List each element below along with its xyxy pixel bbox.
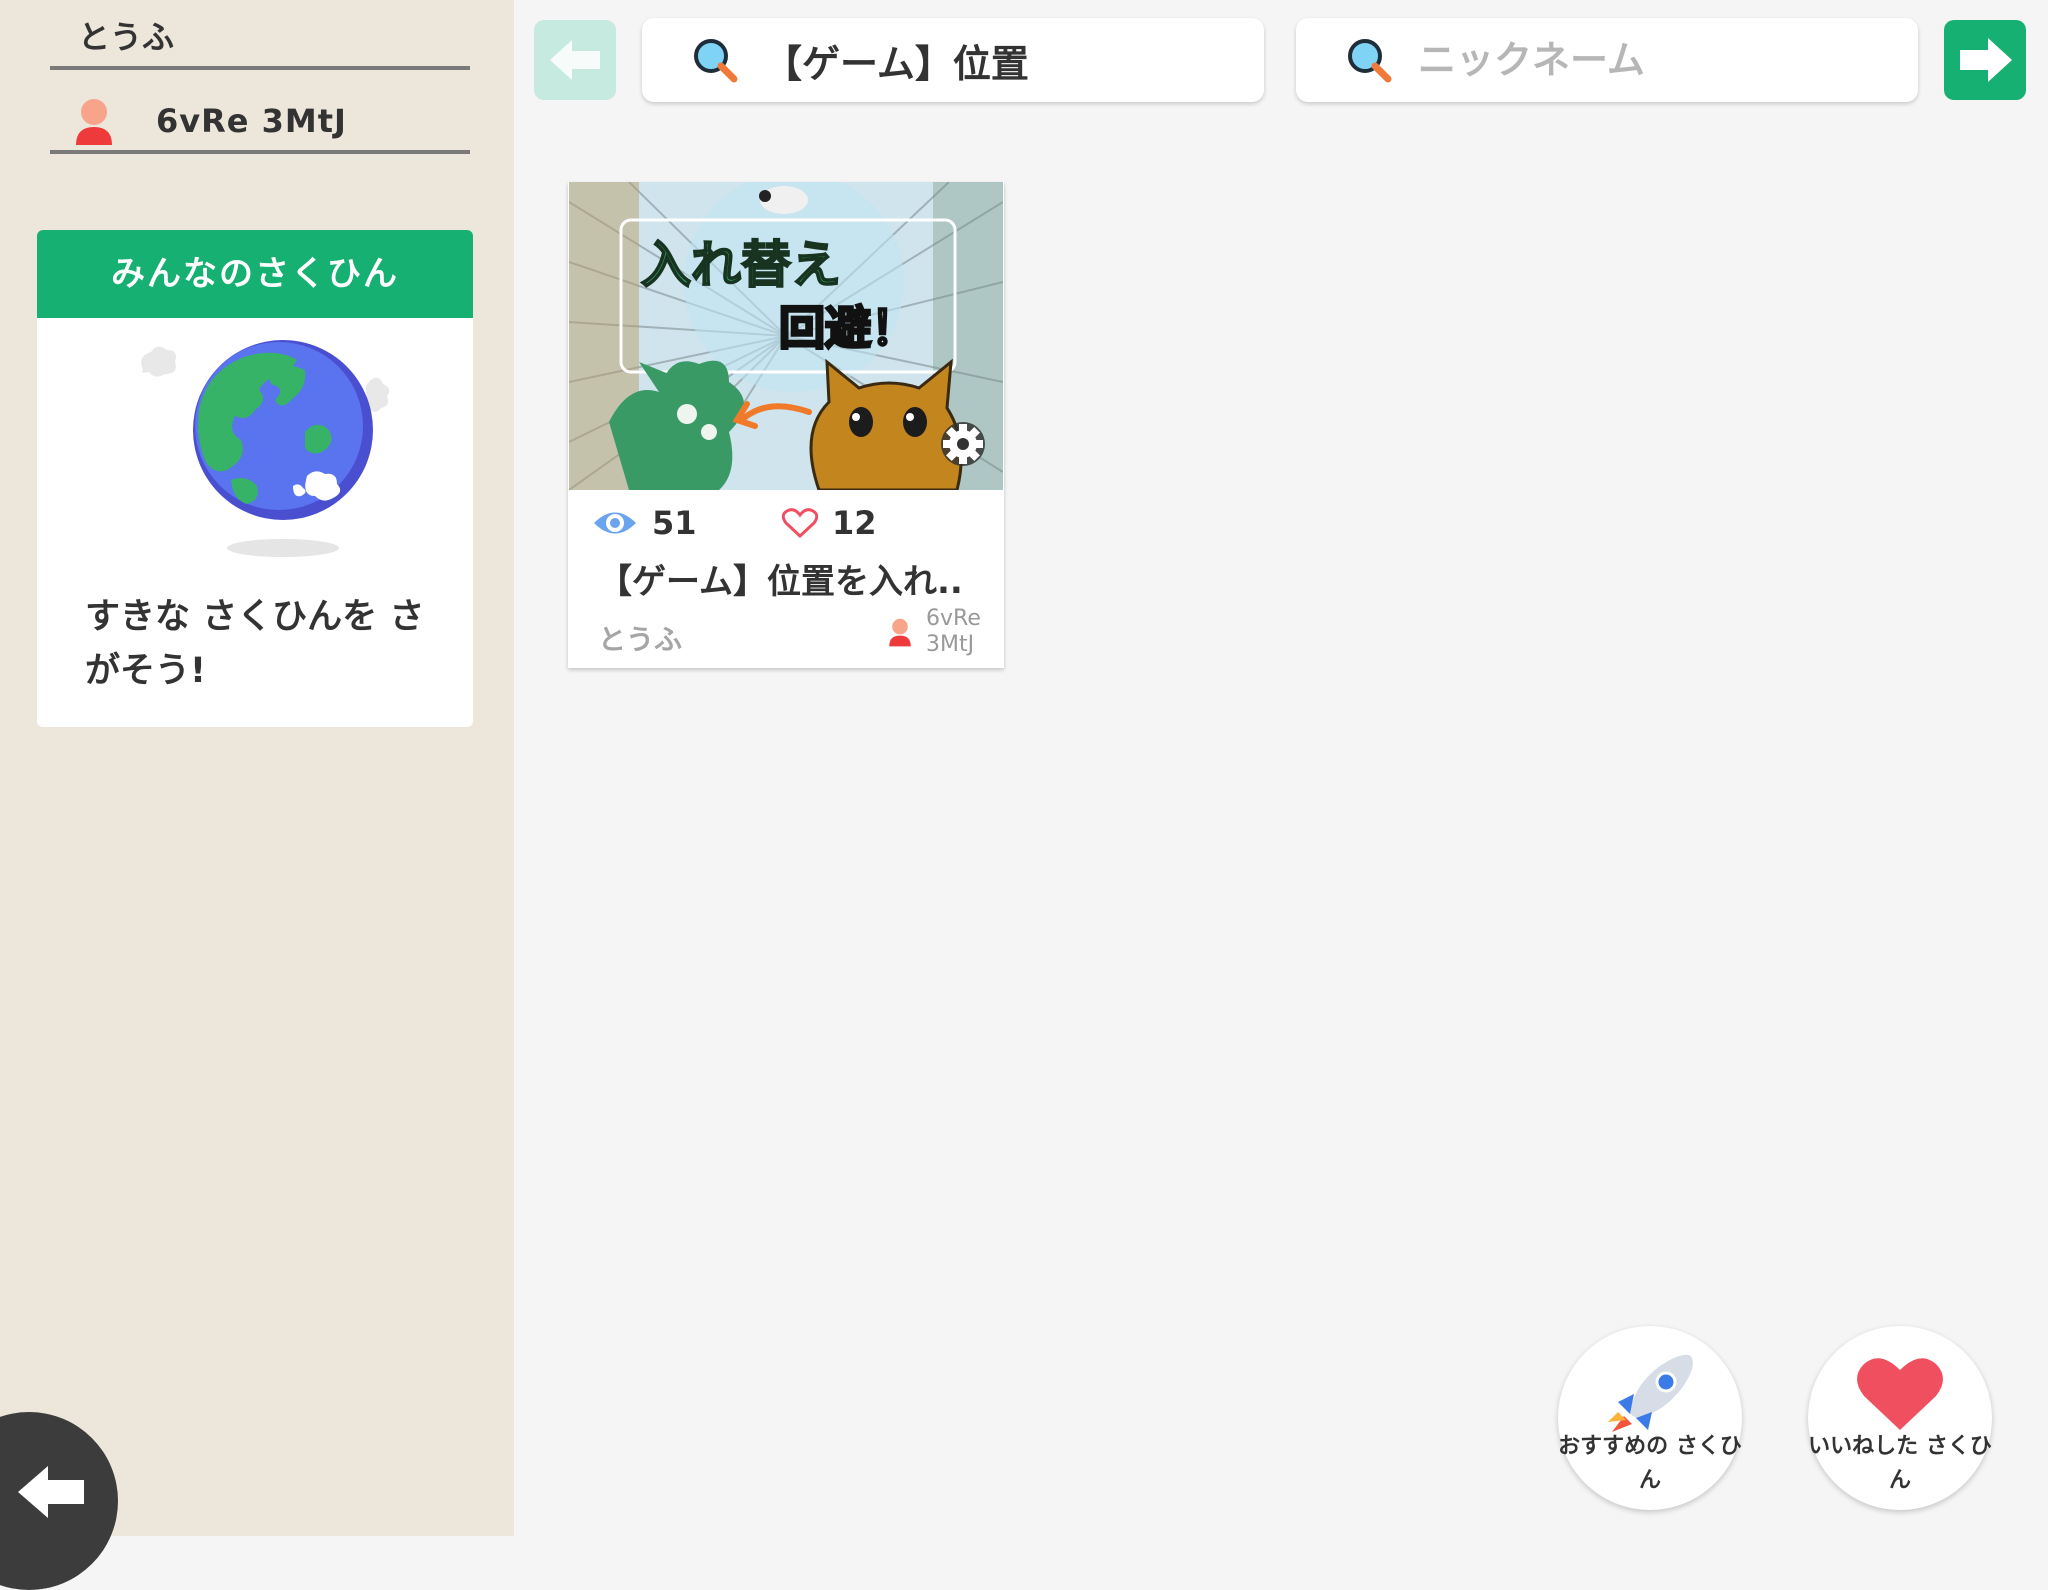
view-count-value: 51 bbox=[652, 504, 697, 542]
work-stats: 51 12 bbox=[592, 504, 992, 548]
thumbnail-title-1: 入れ替え bbox=[641, 236, 841, 294]
user-name: とうふ bbox=[50, 8, 470, 70]
everyone-works-title: みんなのさくひん bbox=[37, 230, 473, 318]
heart-icon bbox=[1857, 1358, 1943, 1430]
view-count: 51 bbox=[592, 504, 697, 542]
rocket-icon bbox=[1608, 1354, 1693, 1432]
back-button[interactable] bbox=[0, 1412, 118, 1590]
work-user-id: 6vRe 3MtJ bbox=[926, 606, 981, 657]
person-icon bbox=[889, 618, 911, 647]
nickname-search-input[interactable] bbox=[1418, 38, 1918, 82]
globe-icon bbox=[141, 340, 390, 557]
work-author: とうふ bbox=[598, 623, 683, 656]
previous-page-button[interactable] bbox=[534, 20, 616, 100]
title-search-input[interactable] bbox=[764, 38, 1264, 82]
arrow-left-icon bbox=[550, 40, 600, 80]
eye-icon bbox=[594, 512, 636, 534]
like-count-value: 12 bbox=[832, 504, 877, 542]
arrow-left-icon bbox=[18, 1466, 84, 1518]
work-user: 6vRe 3MtJ bbox=[888, 606, 990, 658]
like-count: 12 bbox=[782, 504, 877, 542]
work-thumbnail[interactable]: 入れ替え 回避！ bbox=[569, 182, 1003, 490]
person-icon bbox=[76, 99, 112, 145]
heart-outline-icon bbox=[782, 508, 818, 539]
next-page-button[interactable] bbox=[1944, 20, 2026, 100]
recommended-works-label: おすすめの さくひん bbox=[1558, 1434, 1742, 1493]
everyone-works-card[interactable]: みんなのさくひん すきな さくひんを さがそう! bbox=[37, 230, 473, 727]
nickname-search-box[interactable] bbox=[1296, 18, 1918, 102]
thumbnail-title-2: 回避！ bbox=[779, 301, 917, 355]
title-search-box[interactable] bbox=[642, 18, 1264, 102]
liked-works-label: いいねした さくひん bbox=[1808, 1434, 1992, 1493]
work-title: 【ゲーム】位置を入れ.. bbox=[598, 562, 963, 602]
arrow-right-icon bbox=[1960, 38, 2012, 82]
search-icon bbox=[694, 39, 738, 83]
sidebar: とうふ 6vRe 3MtJ みんなのさくひん すきな さくひんを さがそう! bbox=[0, 0, 514, 1590]
recommended-works-button[interactable]: おすすめの さくひん bbox=[1558, 1326, 1742, 1510]
liked-works-button[interactable]: いいねした さくひん bbox=[1808, 1326, 1992, 1510]
search-icon bbox=[1348, 39, 1392, 83]
user-id-row: 6vRe 3MtJ bbox=[50, 92, 470, 154]
user-id: 6vRe 3MtJ bbox=[156, 102, 347, 140]
everyone-works-description: すきな さくひんを さがそう! bbox=[85, 597, 425, 691]
gear-icon[interactable] bbox=[941, 422, 985, 466]
work-card[interactable]: 入れ替え 回避！ 51 12 【ゲーム】位置を入れ.. とうふ 6vRe 3Mt… bbox=[568, 182, 1004, 668]
